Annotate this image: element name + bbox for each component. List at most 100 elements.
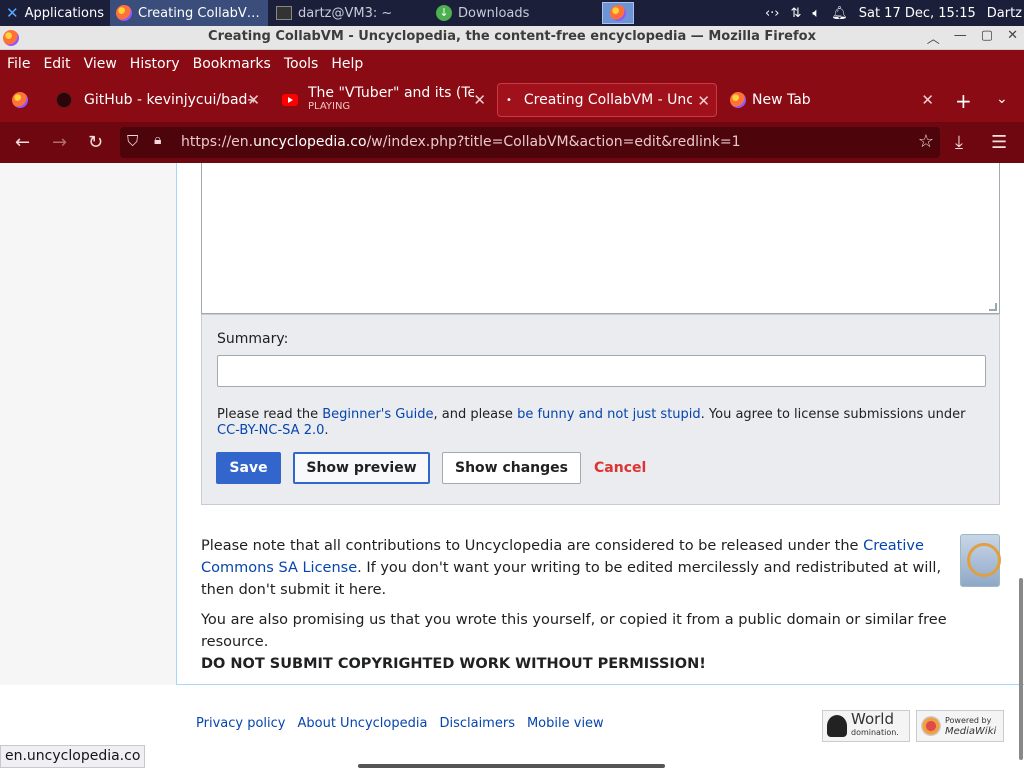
downloads-icon[interactable]: ⤓ — [955, 132, 963, 153]
badge-name: MediaWiki — [945, 726, 997, 737]
tab-playing-indicator: PLAYING — [308, 101, 351, 112]
user-menu[interactable]: Dartz — [987, 6, 1022, 21]
new-tab-plus-icon[interactable]: + — [955, 89, 972, 113]
badge-text: Powered by MediaWiki — [945, 715, 996, 737]
loading-dot-icon: • — [506, 94, 512, 106]
tab-creating-collabvm[interactable]: • Creating CollabVM - Uncy ✕ — [497, 83, 717, 117]
world-domination-badge[interactable]: World domination. — [822, 710, 910, 742]
close-tab-icon[interactable]: ✕ — [921, 91, 934, 109]
xfce-icon: ✕ — [6, 4, 19, 22]
tab-youtube[interactable]: The "VTuber" and its (Tec PLAYING ✕ — [274, 83, 492, 117]
save-button[interactable]: Save — [216, 452, 281, 484]
workspace-switcher[interactable] — [602, 2, 634, 24]
back-arrow-icon[interactable]: ← — [15, 132, 30, 153]
system-panel: ✕ Applications Creating CollabV… dartz@V… — [0, 0, 1024, 26]
menu-file[interactable]: File — [7, 56, 30, 72]
network-icon[interactable]: ‹·› — [765, 6, 780, 21]
tab-new-tab[interactable]: New Tab ✕ — [722, 83, 940, 117]
license-text: . You agree to license submissions under — [700, 407, 966, 422]
url-bar[interactable]: ⛉ 🔒︎ https://en.uncyclopedia.co/w/index.… — [120, 127, 940, 158]
license-text: Please read the — [217, 407, 323, 422]
tab-list-chevron-icon[interactable]: ⌄ — [996, 91, 1008, 107]
copyright-note: Please note that all contributions to Un… — [201, 535, 961, 601]
taskbar-item-terminal[interactable]: dartz@VM3: ~ — [270, 0, 425, 26]
mobile-view-link[interactable]: Mobile view — [527, 716, 604, 731]
about-link[interactable]: About Uncyclopedia — [297, 716, 427, 731]
close-tab-icon[interactable]: ✕ — [697, 92, 710, 110]
copyright-text: Please note that all contributions to Un… — [201, 538, 864, 554]
youtube-icon — [282, 94, 298, 106]
menu-history[interactable]: History — [130, 56, 180, 72]
taskbar-item-label: dartz@VM3: ~ — [298, 5, 393, 21]
lock-icon[interactable]: 🔒︎ — [154, 132, 161, 148]
license-logo-icon — [960, 534, 1001, 587]
url-path: /w/index.php?title=CollabVM&action=edit&… — [366, 134, 741, 150]
edit-options-panel: Summary: Please read the Beginner's Guid… — [201, 314, 1000, 505]
page-viewport: Summary: Please read the Beginner's Guid… — [0, 163, 1024, 768]
transfer-icon[interactable]: ⇅ — [791, 6, 802, 21]
cc-by-nc-sa-link[interactable]: CC-BY-NC-SA 2.0 — [217, 423, 324, 438]
menu-bookmarks[interactable]: Bookmarks — [193, 56, 271, 72]
taskbar-item-downloads[interactable]: ↓ Downloads — [430, 0, 590, 26]
tab-label: GitHub - kevinjycui/bad-a — [84, 92, 254, 108]
url-prefix: https://en. — [181, 134, 254, 150]
close-window-button[interactable]: ✕ — [1007, 28, 1018, 47]
volume-icon[interactable]: 🔈︎ — [812, 6, 820, 21]
url-text[interactable]: https://en.uncyclopedia.co/w/index.php?t… — [181, 134, 741, 150]
badge-subtitle: domination. — [851, 728, 899, 737]
window-titlebar: Creating CollabVM - Uncyclopedia, the co… — [0, 26, 1024, 50]
edit-textarea[interactable] — [201, 163, 1000, 314]
status-bar-url: en.uncyclopedia.co — [0, 745, 146, 768]
disclaimers-link[interactable]: Disclaimers — [439, 716, 515, 731]
menu-tools[interactable]: Tools — [284, 56, 319, 72]
notification-bell-icon[interactable]: 🔔︎ — [831, 6, 848, 21]
promise-text: You are also promising us that you wrote… — [201, 612, 947, 650]
summary-input[interactable] — [217, 355, 986, 387]
license-text: , and please — [433, 407, 518, 422]
applications-label: Applications — [24, 5, 104, 21]
navigation-toolbar: ← → ↻ ⛉ 🔒︎ https://en.uncyclopedia.co/w/… — [0, 122, 1024, 163]
reload-icon[interactable]: ↻ — [88, 132, 103, 153]
clock[interactable]: Sat 17 Dec, 15:15 — [859, 6, 976, 21]
applications-menu[interactable]: ✕ Applications — [0, 0, 108, 26]
powered-by-mediawiki-badge[interactable]: Powered by MediaWiki — [916, 710, 1004, 742]
forward-arrow-icon[interactable]: → — [52, 132, 67, 153]
download-icon: ↓ — [436, 5, 452, 21]
cancel-link[interactable]: Cancel — [594, 460, 646, 476]
taskbar-item-label: Downloads — [458, 5, 530, 21]
url-domain: uncyclopedia.co — [253, 134, 367, 150]
close-tab-icon[interactable]: ✕ — [247, 91, 260, 109]
privacy-policy-link[interactable]: Privacy policy — [196, 716, 285, 731]
shield-icon[interactable]: ⛉ — [127, 132, 138, 150]
show-preview-button[interactable]: Show preview — [293, 452, 430, 484]
copyright-warning: DO NOT SUBMIT COPYRIGHTED WORK WITHOUT P… — [201, 656, 706, 672]
minimize-button[interactable]: — — [954, 28, 967, 47]
hamburger-menu-icon[interactable]: ☰ — [991, 132, 1007, 153]
menu-view[interactable]: View — [84, 56, 117, 72]
firefox-view-button[interactable] — [4, 83, 38, 117]
resize-grip-icon[interactable] — [989, 303, 997, 311]
be-funny-link[interactable]: be funny and not just stupid — [517, 407, 701, 422]
taskbar-item-firefox[interactable]: Creating CollabV… — [110, 0, 268, 26]
firefox-icon — [116, 5, 132, 21]
show-changes-button[interactable]: Show changes — [442, 452, 581, 484]
bookmark-star-icon[interactable]: ☆ — [918, 131, 934, 152]
terminal-icon — [276, 6, 292, 20]
menu-edit[interactable]: Edit — [43, 56, 70, 72]
system-tray: ‹·› ⇅ 🔈︎ 🔔︎ Sat 17 Dec, 15:15 Dartz — [765, 0, 1024, 26]
footer-links: Privacy policy About Uncyclopedia Discla… — [196, 716, 604, 731]
github-icon — [56, 92, 72, 108]
summary-label: Summary: — [217, 331, 289, 347]
menu-help[interactable]: Help — [331, 56, 363, 72]
license-note: Please read the Beginner's Guide, and pl… — [217, 407, 977, 439]
chevron-up-icon[interactable]: ︿ — [927, 28, 940, 47]
beginners-guide-link[interactable]: Beginner's Guide — [322, 407, 433, 422]
tab-label: New Tab — [752, 92, 811, 108]
horizontal-scrollbar[interactable] — [358, 764, 665, 768]
tab-github[interactable]: GitHub - kevinjycui/bad-a ✕ — [48, 83, 266, 117]
maximize-button[interactable]: ▢ — [981, 28, 993, 47]
close-tab-icon[interactable]: ✕ — [473, 91, 486, 109]
vertical-scrollbar[interactable] — [1019, 578, 1023, 760]
badge-top-text: Powered by — [945, 716, 992, 725]
window-title: Creating CollabVM - Uncyclopedia, the co… — [208, 29, 816, 44]
